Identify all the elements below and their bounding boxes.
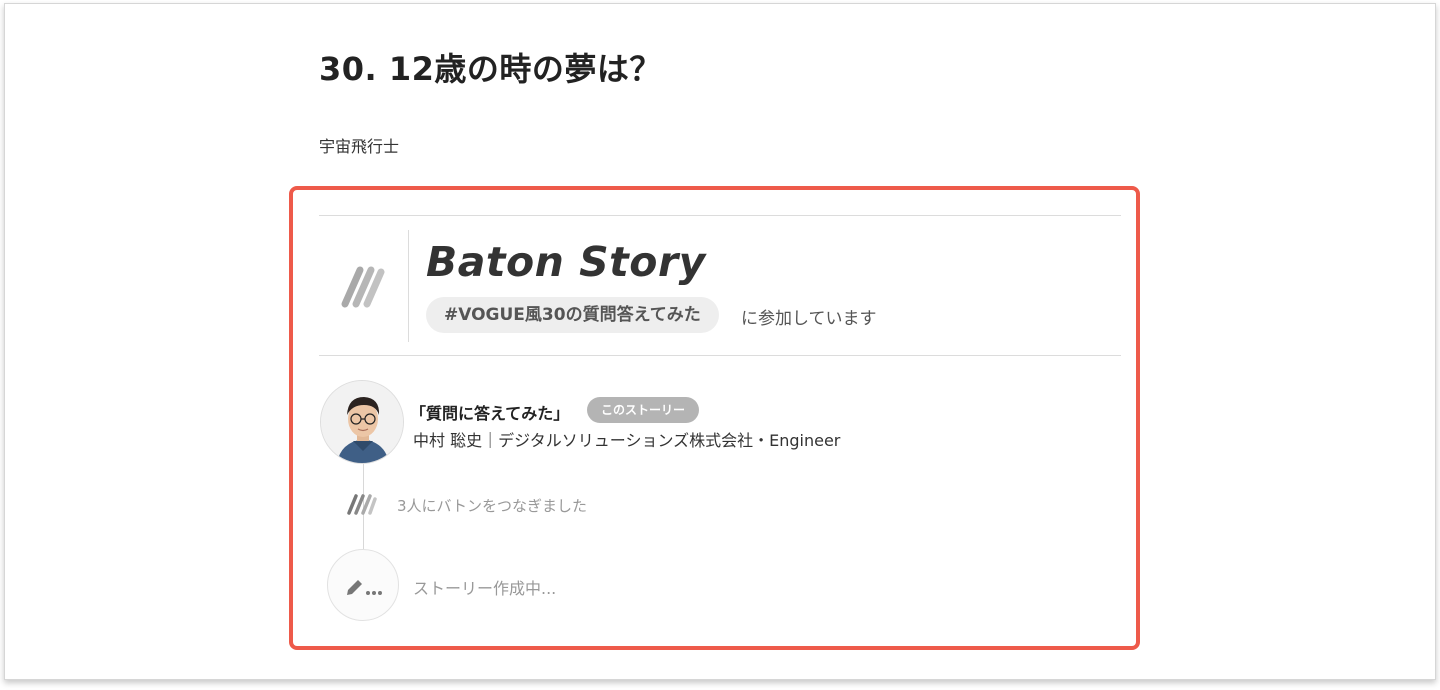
this-story-badge: このストーリー xyxy=(587,397,700,423)
divider-middle xyxy=(319,355,1121,356)
pencil-icon xyxy=(347,580,382,595)
baton-pass-icon xyxy=(347,494,377,515)
baton-sticks-icon xyxy=(341,266,385,308)
joined-text: に参加しています xyxy=(741,309,877,329)
hashtag-chip[interactable]: #VOGUE風30の質問答えてみた xyxy=(426,297,719,333)
logo-divider xyxy=(408,230,409,342)
story-title-link[interactable]: 「質問に答えてみた」 xyxy=(410,400,569,424)
author-avatar[interactable] xyxy=(320,380,404,464)
question-title: 30. 12歳の時の夢は？ xyxy=(319,50,662,88)
baton-pass-count: 3人にバトンをつなぎました xyxy=(397,497,587,515)
draft-status-text: ストーリー作成中... xyxy=(413,579,557,598)
question-answer: 宇宙飛行士 xyxy=(319,137,400,156)
baton-story-brand: Baton Story xyxy=(426,238,706,286)
divider-top xyxy=(319,215,1121,216)
author-info: 中村 聡史｜デジタルソリューションズ株式会社・Engineer xyxy=(413,431,841,450)
